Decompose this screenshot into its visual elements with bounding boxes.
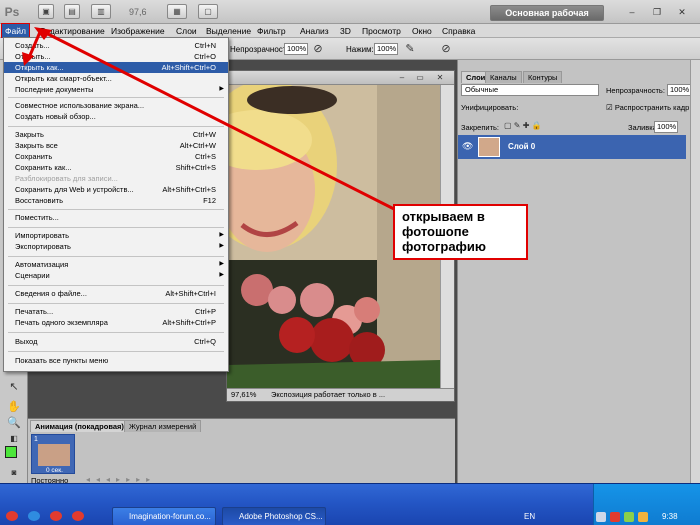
annotation-arrows — [22, 27, 401, 214]
tray-icon[interactable] — [638, 512, 648, 522]
taskbar: Imagination-forum.co... Adobe Photoshop … — [0, 483, 700, 525]
opera-icon[interactable] — [6, 511, 18, 521]
tray-icon[interactable] — [596, 512, 606, 522]
taskbar-button-photoshop[interactable]: Adobe Photoshop CS... — [222, 507, 326, 525]
clock: 9:38 — [662, 512, 678, 521]
annotation-callout: открываем в фотошопе фотографию — [393, 204, 528, 260]
opera-icon-2[interactable] — [50, 511, 62, 521]
tray-icon[interactable] — [610, 512, 620, 522]
taskbar-button-forum[interactable]: Imagination-forum.co... — [112, 507, 216, 525]
callout-line: фотошопе — [402, 224, 469, 239]
system-tray — [593, 484, 700, 525]
opera-icon-3[interactable] — [72, 511, 84, 521]
callout-line: открываем в — [402, 209, 485, 224]
annotation-arrow-to-file — [39, 28, 401, 214]
annotation-arrowhead — [22, 52, 34, 66]
tray-icon[interactable] — [624, 512, 634, 522]
callout-line: фотографию — [402, 239, 487, 254]
ie-icon[interactable] — [28, 511, 40, 521]
language-indicator[interactable]: EN — [524, 512, 535, 521]
